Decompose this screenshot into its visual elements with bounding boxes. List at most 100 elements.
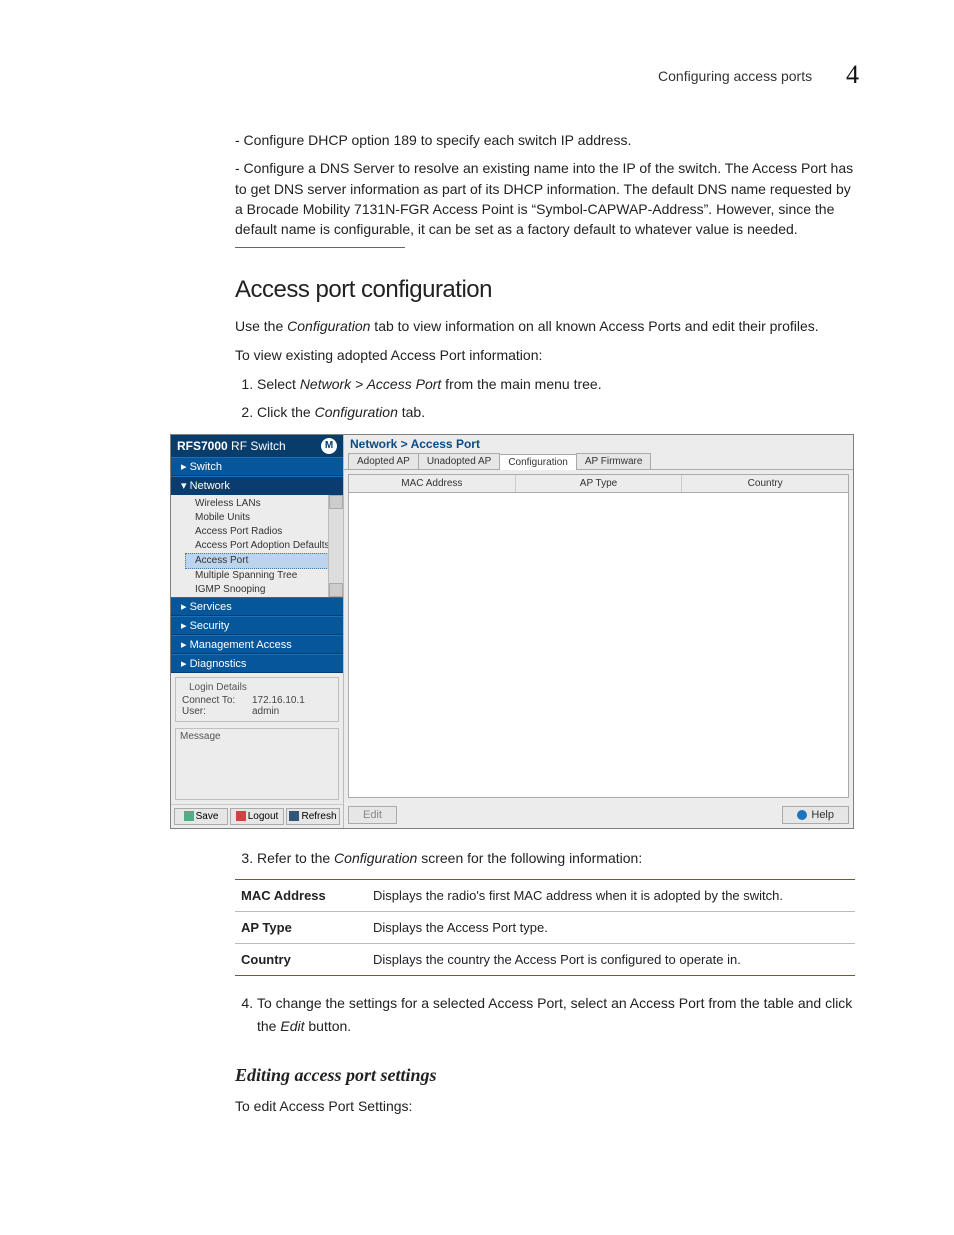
intro-line-2: - Configure a DNS Server to resolve an e…: [235, 158, 859, 239]
text-em: Network > Access Port: [300, 376, 441, 392]
app-main: Network > Access Port Adopted APUnadopte…: [344, 435, 853, 828]
tab[interactable]: Configuration: [499, 454, 576, 470]
btn-label: Save: [196, 811, 219, 822]
nav-switch[interactable]: ▸ Switch: [171, 457, 343, 476]
running-header: Configuring access ports 4: [105, 60, 859, 90]
logout-button[interactable]: Logout: [230, 808, 284, 825]
nav-tree: Wireless LANsMobile UnitsAccess Port Rad…: [171, 495, 343, 597]
text: Refer to the: [257, 850, 334, 866]
info-table: MAC AddressDisplays the radio's first MA…: [235, 879, 855, 976]
grid-header: MAC AddressAP TypeCountry: [349, 475, 848, 493]
edit-button[interactable]: Edit: [348, 806, 397, 824]
text: tab.: [398, 404, 425, 420]
scroll-down-icon[interactable]: [329, 583, 343, 597]
tree-item[interactable]: Wireless LANs: [185, 497, 337, 511]
logout-icon: [236, 811, 246, 821]
running-title: Configuring access ports: [658, 68, 812, 84]
tree-item[interactable]: Multiple Spanning Tree: [185, 569, 337, 583]
steps-bottom: Refer to the Configuration screen for th…: [235, 847, 859, 869]
nav-diagnostics[interactable]: ▸ Diagnostics: [171, 654, 343, 673]
user-value: admin: [252, 706, 279, 717]
table-value: Displays the Access Port type.: [367, 912, 855, 944]
main-buttons: Edit Help: [344, 802, 853, 828]
help-button[interactable]: Help: [782, 806, 849, 824]
tree-item[interactable]: Access Port Adoption Defaults: [185, 539, 337, 553]
column-header[interactable]: AP Type: [516, 475, 683, 492]
save-icon: [184, 811, 194, 821]
nav-label: Switch: [190, 461, 222, 473]
tabs: Adopted APUnadopted APConfigurationAP Fi…: [344, 453, 853, 470]
scroll-up-icon[interactable]: [329, 495, 343, 509]
btn-label: Logout: [248, 811, 279, 822]
tree-item[interactable]: Access Port Radios: [185, 525, 337, 539]
text: Use the: [235, 318, 287, 334]
nav-panel: ▸ Switch ▾ Network: [171, 457, 343, 495]
tree-item[interactable]: Mobile Units: [185, 511, 337, 525]
text-em: Configuration: [315, 404, 398, 420]
nav-scrollbar[interactable]: [328, 495, 343, 597]
tree-item[interactable]: Access Port: [185, 553, 337, 569]
section-title: Access port configuration: [235, 276, 859, 304]
motorola-logo-icon: M: [321, 438, 337, 454]
tab[interactable]: Adopted AP: [348, 453, 419, 469]
help-icon: [797, 810, 807, 820]
login-legend: Login Details: [186, 682, 250, 693]
app-title-bar: RFS7000 RF Switch M: [171, 435, 343, 457]
step-4: To change the settings for a selected Ac…: [257, 992, 859, 1037]
text: screen for the following information:: [417, 850, 642, 866]
nav-security[interactable]: ▸ Security: [171, 616, 343, 635]
text: button.: [304, 1018, 351, 1034]
app-screenshot: RFS7000 RF Switch M ▸ Switch ▾ Network W…: [170, 434, 854, 829]
text: from the main menu tree.: [441, 376, 601, 392]
message-box: Message: [175, 728, 339, 800]
connect-value: 172.16.10.1: [252, 695, 305, 706]
steps-top: Select Network > Access Port from the ma…: [235, 373, 859, 424]
divider: [235, 247, 405, 248]
chapter-number: 4: [846, 60, 859, 89]
subsection-title: Editing access port settings: [235, 1065, 859, 1086]
app-title-suffix: RF Switch: [228, 439, 286, 453]
table-row: AP TypeDisplays the Access Port type.: [235, 912, 855, 944]
step-1: Select Network > Access Port from the ma…: [257, 373, 859, 395]
nav-panel-lower: ▸ Services ▸ Security ▸ Management Acces…: [171, 597, 343, 673]
text: Select: [257, 376, 300, 392]
app-title: RFS7000 RF Switch: [177, 439, 286, 453]
steps-bottom-2: To change the settings for a selected Ac…: [235, 992, 859, 1037]
login-details: Login Details Connect To:172.16.10.1 Use…: [175, 677, 339, 722]
refresh-button[interactable]: Refresh: [286, 808, 340, 825]
nav-label: Security: [190, 620, 230, 632]
tree-item[interactable]: IGMP Snooping: [185, 583, 337, 597]
table-key: Country: [235, 944, 367, 976]
subsection-lead: To edit Access Port Settings:: [235, 1096, 859, 1116]
btn-label: Help: [811, 809, 834, 821]
nav-label: Services: [190, 601, 232, 613]
save-button[interactable]: Save: [174, 808, 228, 825]
sidebar-buttons: Save Logout Refresh: [171, 804, 343, 828]
tab[interactable]: Unadopted AP: [418, 453, 501, 469]
view-para: To view existing adopted Access Port inf…: [235, 345, 859, 365]
refresh-icon: [289, 811, 299, 821]
nav-network[interactable]: ▾ Network: [171, 476, 343, 495]
app-sidebar: RFS7000 RF Switch M ▸ Switch ▾ Network W…: [171, 435, 344, 828]
nav-services[interactable]: ▸ Services: [171, 597, 343, 616]
btn-label: Edit: [363, 809, 382, 821]
tab[interactable]: AP Firmware: [576, 453, 652, 469]
table-key: MAC Address: [235, 880, 367, 912]
step-2: Click the Configuration tab.: [257, 401, 859, 423]
column-header[interactable]: Country: [682, 475, 848, 492]
text: Click the: [257, 404, 315, 420]
nav-label: Diagnostics: [190, 658, 247, 670]
text-em: Configuration: [334, 850, 417, 866]
step-3: Refer to the Configuration screen for th…: [257, 847, 859, 869]
grid-body[interactable]: [349, 493, 848, 797]
table-key: AP Type: [235, 912, 367, 944]
text-em: Configuration: [287, 318, 370, 334]
text: tab to view information on all known Acc…: [370, 318, 818, 334]
nav-label: Network: [190, 480, 230, 492]
grid: MAC AddressAP TypeCountry: [348, 474, 849, 798]
nav-management-access[interactable]: ▸ Management Access: [171, 635, 343, 654]
column-header[interactable]: MAC Address: [349, 475, 516, 492]
app-title-model: RFS7000: [177, 439, 228, 453]
btn-label: Refresh: [301, 811, 336, 822]
table-row: CountryDisplays the country the Access P…: [235, 944, 855, 976]
